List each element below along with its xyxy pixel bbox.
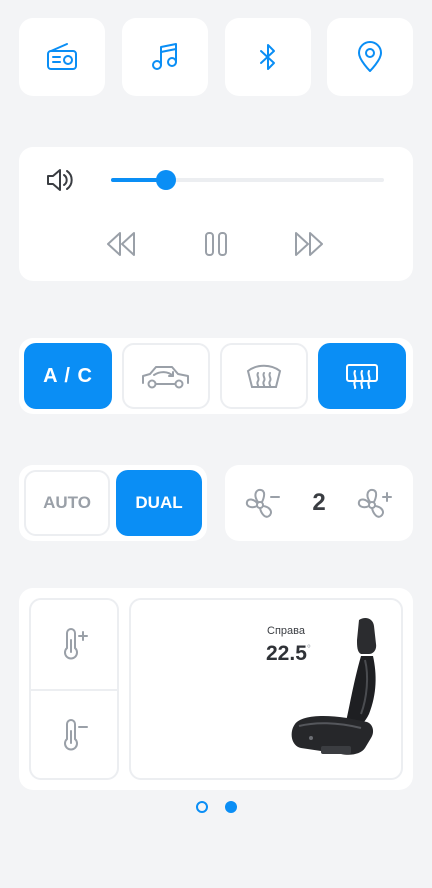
page-dot-2[interactable] [225, 801, 237, 813]
music-note-icon [152, 43, 177, 70]
page-dot-1[interactable] [196, 801, 208, 813]
speaker-icon[interactable] [45, 167, 75, 193]
volume-knob[interactable] [155, 170, 176, 190]
dual-button[interactable]: DUAL [116, 470, 202, 536]
music-button[interactable] [122, 18, 208, 96]
fan-speed-panel: 2 [225, 465, 413, 541]
navigation-button[interactable] [327, 18, 413, 96]
seat-display: Справа 22.5° [129, 598, 403, 780]
ac-button[interactable]: A / C [24, 343, 112, 409]
ac-label: A / C [43, 364, 93, 387]
temperature-up-button[interactable] [31, 600, 117, 688]
rear-defrost-icon [346, 364, 378, 389]
climate-mode-panel: AUTO DUAL [19, 465, 207, 541]
front-defrost-icon [246, 364, 282, 388]
radio-button[interactable] [19, 18, 105, 96]
car-seat-icon [291, 618, 377, 755]
recirculation-car-icon [142, 366, 189, 389]
front-defrost-button[interactable] [220, 343, 308, 409]
media-panel [19, 147, 413, 281]
bluetooth-icon [260, 44, 275, 70]
thermometer-plus-icon [64, 628, 88, 660]
bluetooth-button[interactable] [225, 18, 311, 96]
thermometer-minus-icon [64, 719, 88, 751]
auto-button[interactable]: AUTO [24, 470, 110, 536]
fan-increase-icon[interactable] [355, 485, 395, 521]
fast-forward-icon[interactable] [291, 229, 327, 259]
temperature-down-button[interactable] [31, 691, 117, 779]
pause-icon[interactable] [201, 229, 231, 259]
rewind-icon[interactable] [103, 229, 139, 259]
location-pin-icon [358, 41, 382, 72]
seat-temperature-panel: Справа 22.5° [19, 588, 413, 790]
radio-icon [47, 43, 77, 70]
recirculation-button[interactable] [122, 343, 210, 409]
rear-defrost-button[interactable] [318, 343, 406, 409]
volume-slider[interactable] [111, 170, 384, 190]
temperature-controls [29, 598, 119, 780]
climate-controls-row: A / C [19, 338, 413, 414]
